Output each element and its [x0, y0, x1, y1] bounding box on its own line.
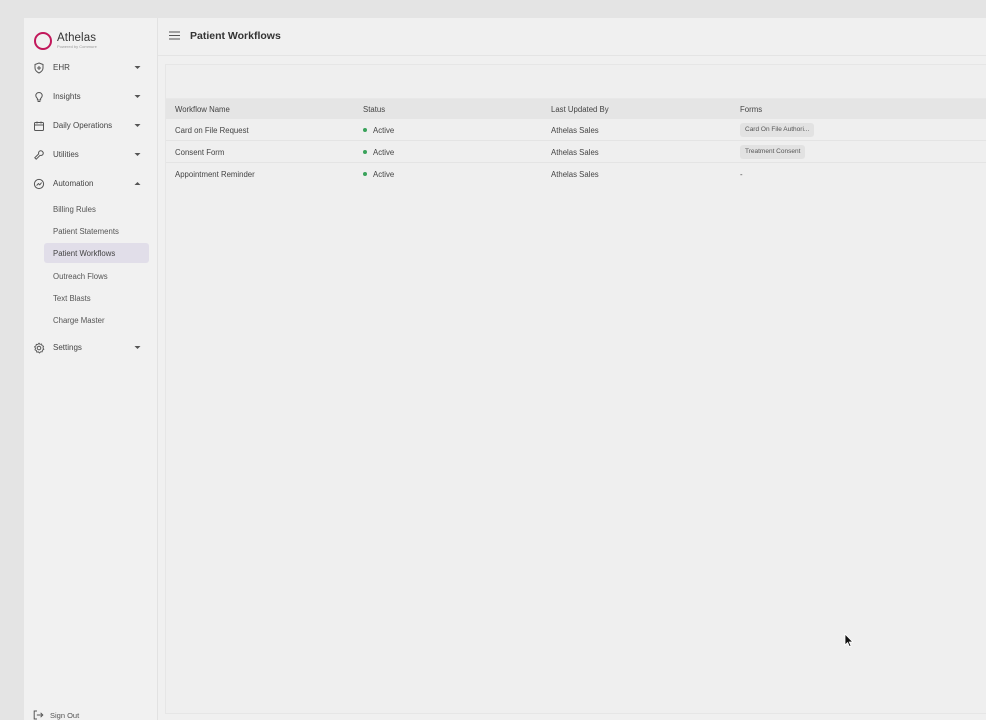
sidebar-item-label: Insights	[53, 92, 81, 101]
table-row[interactable]: Consent Form Active Athelas Sales Treatm…	[166, 141, 986, 163]
table-row[interactable]: Appointment Reminder Active Athelas Sale…	[166, 163, 986, 185]
last-updated-by: Athelas Sales	[551, 148, 599, 157]
panel-toolbar	[166, 65, 986, 99]
top-strip	[0, 0, 986, 18]
workflow-name: Appointment Reminder	[175, 170, 255, 179]
sidebar-subitem-charge-master[interactable]: Charge Master	[44, 310, 149, 330]
lightbulb-icon	[35, 91, 43, 102]
workflows-table: Workflow Name Status Last Updated By For…	[166, 99, 986, 185]
forms-empty: -	[740, 170, 743, 179]
sidebar-item-label: Daily Operations	[53, 121, 113, 130]
sidebar-subitem-billing-rules[interactable]: Billing Rules	[44, 199, 149, 219]
brand-tagline: Powered by Commure	[57, 44, 97, 50]
last-updated-by: Athelas Sales	[551, 126, 599, 135]
caret-down-icon	[134, 95, 141, 98]
automation-icon	[33, 178, 45, 190]
sidebar-subitem-label: Patient Workflows	[53, 249, 116, 258]
sign-out-label: Sign Out	[50, 710, 80, 720]
status-text: Active	[373, 126, 395, 135]
header: Patient Workflows	[158, 18, 986, 56]
sidebar-subitem-text-blasts[interactable]: Text Blasts	[44, 288, 149, 308]
sign-out-icon	[33, 710, 44, 720]
sidebar-item-label: Automation	[53, 179, 94, 188]
sidebar-item-automation[interactable]: Automation	[24, 173, 158, 195]
status-dot-icon	[363, 172, 367, 176]
column-header-status[interactable]: Status	[363, 105, 385, 114]
shield-plus-icon	[34, 62, 44, 74]
table-row[interactable]: Card on File Request Active Athelas Sale…	[166, 119, 986, 141]
form-chip[interactable]: Card On File Authori...	[740, 123, 815, 137]
left-strip	[0, 18, 24, 720]
sidebar-item-daily-operations[interactable]: Daily Operations	[24, 115, 158, 137]
sidebar: Athelas Powered by Commure EHR Insights …	[24, 18, 158, 720]
sidebar-item-insights[interactable]: Insights	[24, 86, 158, 108]
main-content: Patient Workflows Workflow Name Status L…	[158, 18, 986, 720]
caret-down-icon	[134, 66, 141, 69]
caret-down-icon	[134, 153, 141, 156]
sidebar-subitem-label: Patient Statements	[53, 227, 119, 236]
sidebar-subitem-patient-statements[interactable]: Patient Statements	[44, 221, 149, 241]
column-header-last-updated-by[interactable]: Last Updated By	[551, 105, 609, 114]
gear-icon	[33, 342, 45, 354]
sidebar-item-label: EHR	[53, 63, 70, 72]
workflow-name: Consent Form	[175, 148, 225, 157]
caret-up-icon	[134, 182, 141, 185]
status-text: Active	[373, 170, 395, 179]
sidebar-subitem-label: Text Blasts	[53, 294, 91, 303]
sidebar-subitem-label: Charge Master	[53, 316, 105, 325]
sidebar-item-utilities[interactable]: Utilities	[24, 144, 158, 166]
page-title: Patient Workflows	[190, 30, 281, 42]
mouse-cursor-icon	[844, 633, 854, 648]
sidebar-subitem-label: Outreach Flows	[53, 272, 108, 281]
status-cell: Active	[363, 126, 394, 135]
hamburger-menu-icon[interactable]	[169, 31, 180, 40]
column-header-workflow-name[interactable]: Workflow Name	[175, 105, 230, 114]
caret-down-icon	[134, 124, 141, 127]
sidebar-item-settings[interactable]: Settings	[24, 337, 158, 359]
sidebar-subitem-patient-workflows[interactable]: Patient Workflows	[44, 243, 149, 263]
workflow-name: Card on File Request	[175, 126, 249, 135]
sidebar-item-label: Utilities	[53, 150, 79, 159]
status-dot-icon	[363, 150, 367, 154]
status-cell: Active	[363, 148, 394, 157]
workflows-panel: Workflow Name Status Last Updated By For…	[165, 64, 986, 714]
brand-name: Athelas	[57, 31, 97, 44]
status-dot-icon	[363, 128, 367, 132]
table-header: Workflow Name Status Last Updated By For…	[166, 99, 986, 119]
column-header-forms[interactable]: Forms	[740, 105, 762, 114]
status-cell: Active	[363, 170, 394, 179]
wrench-icon	[34, 150, 44, 160]
caret-down-icon	[134, 346, 141, 349]
calendar-icon	[34, 121, 44, 131]
status-text: Active	[373, 148, 395, 157]
sidebar-subitem-outreach-flows[interactable]: Outreach Flows	[44, 266, 149, 286]
sidebar-subitem-label: Billing Rules	[53, 205, 96, 214]
sidebar-item-ehr[interactable]: EHR	[24, 57, 158, 79]
sign-out-button[interactable]: Sign Out	[33, 708, 79, 720]
logo[interactable]: Athelas Powered by Commure	[34, 26, 97, 56]
form-chip[interactable]: Treatment Consent	[740, 145, 806, 159]
logo-ring-icon	[34, 32, 52, 50]
last-updated-by: Athelas Sales	[551, 170, 599, 179]
sidebar-item-label: Settings	[53, 343, 82, 352]
